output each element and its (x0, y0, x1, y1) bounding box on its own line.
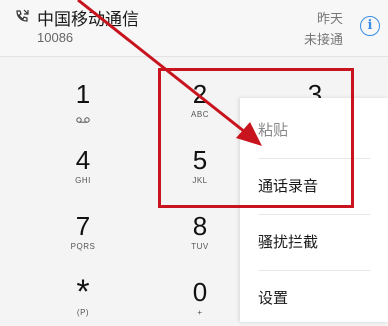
annotation-arrow (77, 0, 262, 146)
